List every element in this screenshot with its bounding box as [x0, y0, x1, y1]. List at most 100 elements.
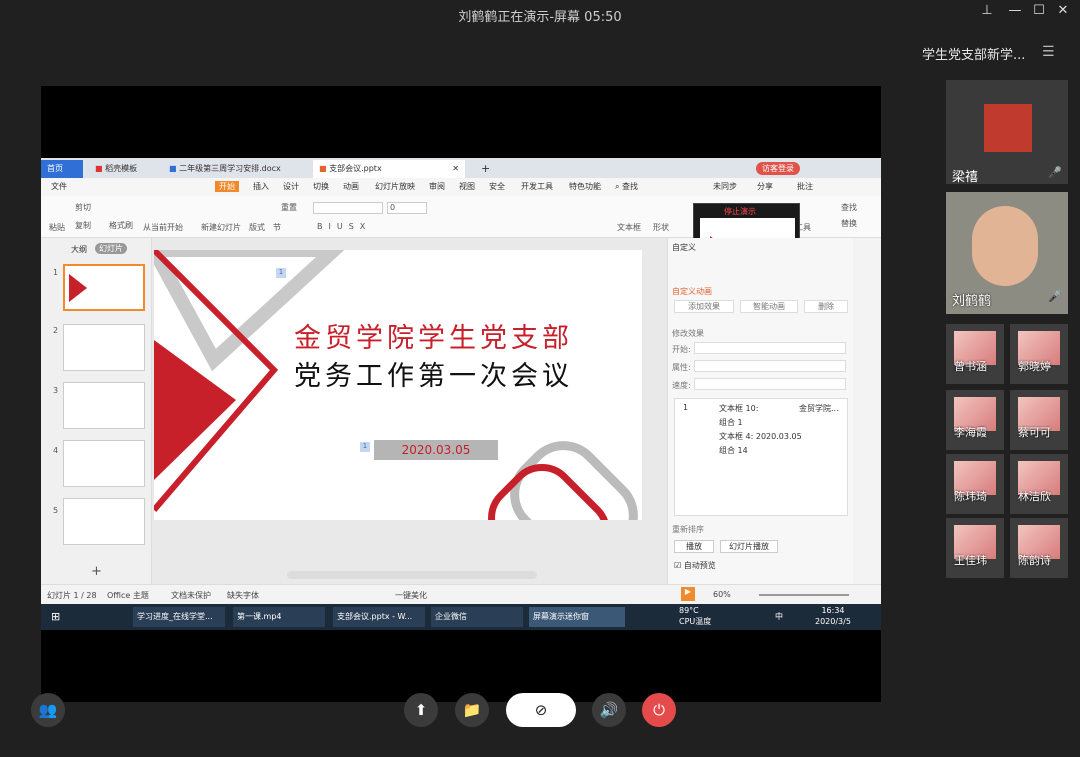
section-button[interactable]: 节: [273, 222, 281, 233]
tab-design[interactable]: 设计: [283, 181, 299, 192]
tab-templates[interactable]: ■ 稻壳模板: [89, 160, 143, 178]
member-tile-8[interactable]: 陈韵诗: [1010, 518, 1068, 578]
member-tile-1[interactable]: 曾书涵: [946, 324, 1004, 384]
minimize-button[interactable]: —: [1004, 2, 1026, 20]
pin-icon[interactable]: ⊥: [976, 2, 998, 20]
new-slide-button[interactable]: 新建幻灯片: [201, 222, 241, 233]
vertical-toolbar: [853, 238, 881, 584]
font-size-select[interactable]: 0: [387, 202, 427, 214]
horizontal-scrollbar[interactable]: [287, 571, 537, 579]
comment-button[interactable]: 批注: [797, 181, 813, 192]
zoom-slider[interactable]: [759, 594, 849, 596]
maximize-button[interactable]: ☐: [1028, 2, 1050, 20]
share-file-button[interactable]: 📁: [455, 693, 489, 727]
effect-item-1[interactable]: 文本框 10:: [719, 403, 758, 414]
start-select[interactable]: [694, 342, 846, 354]
start-button[interactable]: ⊞: [47, 607, 60, 627]
taskbar-item-mini[interactable]: 屏幕演示迷你窗: [529, 607, 625, 627]
tab-start[interactable]: 开始: [215, 181, 239, 192]
presenter-tile[interactable]: 刘鹤鹤 🎤: [946, 192, 1068, 314]
slide-thumb-5[interactable]: [63, 498, 145, 545]
stop-present-button[interactable]: 停止演示: [724, 206, 756, 217]
window-title: 刘鹤鹤正在演示-屏幕 05:50: [458, 10, 622, 25]
new-tab-button[interactable]: +: [475, 160, 496, 178]
tab-docx[interactable]: ■ 二年级第三周学习安排.docx: [163, 160, 287, 178]
member-tile-5[interactable]: 陈玮琦: [946, 454, 1004, 514]
tab-security[interactable]: 安全: [489, 181, 505, 192]
taskbar-item-wps[interactable]: 支部会议.pptx - W...: [333, 607, 425, 627]
auto-preview-checkbox[interactable]: ☑ 自动预览: [674, 560, 716, 571]
play-slideshow-button[interactable]: ▶: [681, 587, 695, 601]
shape-button[interactable]: 形状: [653, 222, 669, 233]
mic-icon: 🎤: [1048, 290, 1062, 303]
ime-indicator[interactable]: 中: [771, 607, 783, 627]
taskbar-item-wecom[interactable]: 企业微信: [431, 607, 523, 627]
camera-toggle-button[interactable]: ⊘: [506, 693, 576, 727]
layout-button[interactable]: 版式: [249, 222, 265, 233]
tab-outline[interactable]: 大纲: [71, 244, 87, 255]
hangup-button[interactable]: ⏻: [642, 693, 676, 727]
tab-slides[interactable]: 幻灯片: [95, 243, 127, 254]
cut-button[interactable]: 剪切: [75, 202, 91, 213]
play-button[interactable]: 播放: [674, 540, 714, 553]
effect-item-3[interactable]: 文本框 4: 2020.03.05: [719, 431, 802, 442]
font-name-select[interactable]: [313, 202, 383, 214]
slide-thumb-1[interactable]: [63, 264, 145, 311]
tab-transition[interactable]: 切换: [313, 181, 329, 192]
host-tile[interactable]: 梁禧 🎤: [946, 80, 1068, 185]
reset-button[interactable]: 重置: [281, 202, 297, 213]
tab-file[interactable]: 文件: [51, 181, 67, 192]
effect-item-2[interactable]: 组合 1: [719, 417, 743, 428]
camera-off-icon: ⊘: [534, 701, 548, 719]
sync-status[interactable]: 未同步: [713, 181, 737, 192]
delete-effect-button[interactable]: 删除: [804, 300, 848, 313]
tab-slideshow[interactable]: 幻灯片放映: [375, 181, 415, 192]
add-slide-button[interactable]: +: [91, 564, 102, 579]
login-button[interactable]: 访客登录: [756, 162, 800, 175]
share-screen-button[interactable]: ⬆: [404, 693, 438, 727]
paste-button[interactable]: 粘贴: [49, 222, 65, 233]
member-tile-2[interactable]: 郭晓婷: [1010, 324, 1068, 384]
font-status[interactable]: 缺失字体: [227, 590, 259, 601]
text-format-buttons[interactable]: BIUSX: [317, 222, 371, 231]
slide-thumb-4[interactable]: [63, 440, 145, 487]
member-tile-7[interactable]: 王佳玮: [946, 518, 1004, 578]
tab-home[interactable]: 首页: [41, 160, 83, 178]
taskbar-item-video[interactable]: 第一课.mp4: [233, 607, 325, 627]
speed-select[interactable]: [694, 378, 846, 390]
replace-button[interactable]: 替换: [841, 218, 857, 229]
slide-thumb-2[interactable]: [63, 324, 145, 371]
find-button[interactable]: 查找: [841, 202, 857, 213]
tab-animation[interactable]: 动画: [343, 181, 359, 192]
tab-features[interactable]: 特色功能: [569, 181, 601, 192]
protect-status[interactable]: 文档未保护: [171, 590, 211, 601]
effect-desc-1: 金贸学院...: [799, 404, 839, 413]
member-tile-6[interactable]: 林洁欣: [1010, 454, 1068, 514]
speaker-button[interactable]: 🔊: [592, 693, 626, 727]
slide-play-button[interactable]: 幻灯片播放: [720, 540, 778, 553]
member-tile-4[interactable]: 蔡可可: [1010, 390, 1068, 450]
beautify-button[interactable]: 一键美化: [395, 590, 427, 601]
list-menu-icon[interactable]: ☰: [1042, 44, 1055, 60]
textbox-button[interactable]: 文本框: [617, 222, 641, 233]
taskbar-item-browser[interactable]: 学习进度_在线学堂...: [133, 607, 225, 627]
format-painter-button[interactable]: 格式刷: [109, 220, 133, 231]
tab-review[interactable]: 审阅: [429, 181, 445, 192]
close-button[interactable]: ✕: [1052, 2, 1074, 20]
copy-button[interactable]: 复制: [75, 220, 91, 231]
play-from-current-button[interactable]: 从当前开始: [143, 222, 183, 233]
slide-thumb-3[interactable]: [63, 382, 145, 429]
members-button[interactable]: 👥: [31, 693, 65, 727]
tab-view[interactable]: 视图: [459, 181, 475, 192]
tab-pptx[interactable]: ■ 支部会议.pptx ✕: [313, 160, 465, 178]
member-name: 陈玮琦: [954, 490, 987, 503]
smart-animation-button[interactable]: 智能动画: [740, 300, 798, 313]
tab-devtools[interactable]: 开发工具: [521, 181, 553, 192]
tab-search[interactable]: ⌕ 查找: [615, 181, 638, 192]
add-effect-button[interactable]: 添加效果: [674, 300, 734, 313]
property-select[interactable]: [694, 360, 846, 372]
share-button[interactable]: 分享: [757, 181, 773, 192]
effect-item-4[interactable]: 组合 14: [719, 445, 748, 456]
member-tile-3[interactable]: 李海霞: [946, 390, 1004, 450]
tab-insert[interactable]: 插入: [253, 181, 269, 192]
